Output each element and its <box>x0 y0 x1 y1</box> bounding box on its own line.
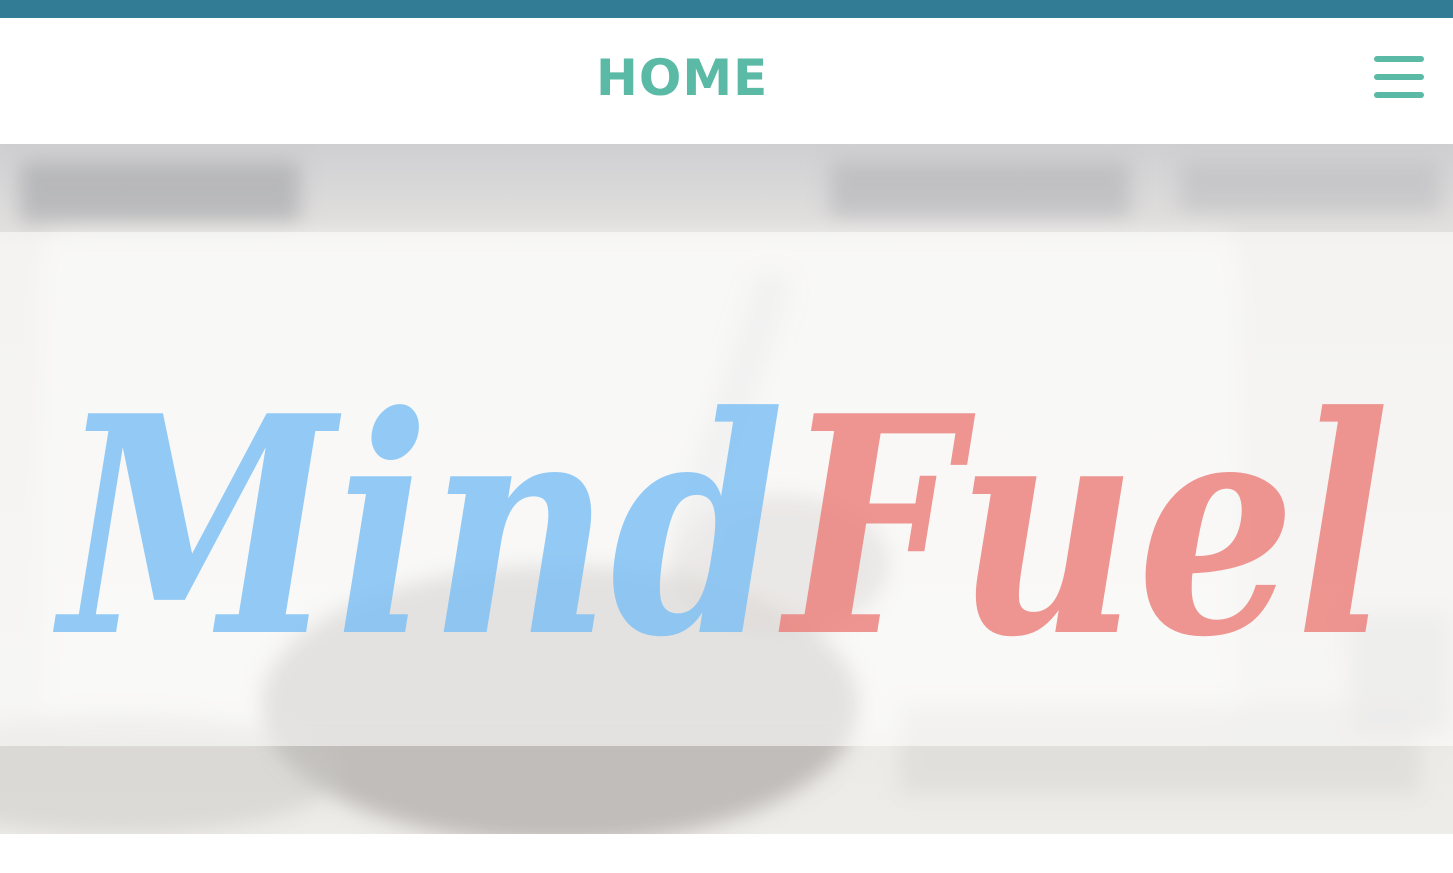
page-title: HOME <box>596 49 769 107</box>
mindfuel-logo: MindFuel <box>52 350 1390 703</box>
hamburger-menu-icon <box>1374 56 1424 98</box>
page-content-start <box>0 834 1453 873</box>
hero-banner: MindFuel <box>0 144 1453 834</box>
logo-mind-text: Mind <box>52 350 784 703</box>
menu-button[interactable] <box>1370 52 1428 102</box>
site-header: HOME <box>0 18 1453 144</box>
top-accent-bar <box>0 0 1453 18</box>
svg-text:MindFuel: MindFuel <box>52 350 1390 703</box>
logo-fuel-text: Fuel <box>777 350 1390 703</box>
